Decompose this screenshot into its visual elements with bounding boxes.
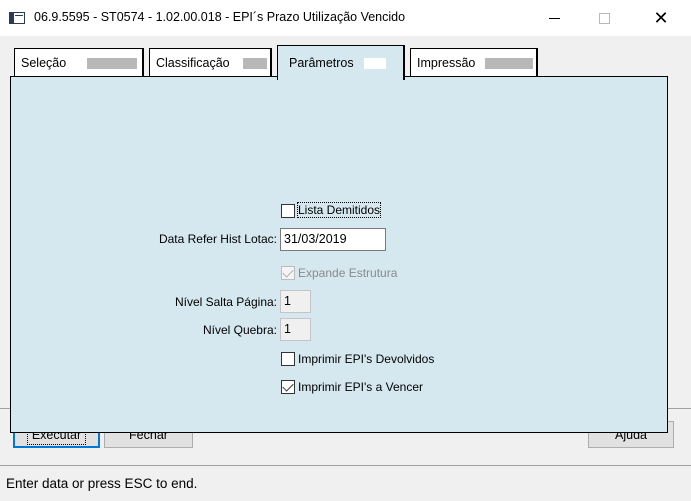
maximize-button[interactable] bbox=[581, 0, 627, 36]
data-refer-input[interactable]: 31/03/2019 bbox=[280, 228, 386, 251]
nivel-quebra-label: Nível Quebra: bbox=[202, 323, 277, 337]
tab-classificacao-label: Classificação bbox=[156, 55, 230, 70]
nivel-salta-pagina-label: Nível Salta Página: bbox=[174, 295, 277, 309]
close-icon: ✕ bbox=[653, 8, 669, 28]
tab-parametros-pad bbox=[364, 58, 386, 69]
title-bar: 06.9.5595 - ST0574 - 1.02.00.018 - EPI´s… bbox=[0, 0, 691, 36]
tab-selecao-label: Seleção bbox=[21, 55, 67, 70]
tab-selecao[interactable]: Seleção bbox=[14, 48, 144, 76]
parametros-panel: Lista Demitidos Data Refer Hist Lotac: 3… bbox=[10, 76, 668, 433]
tab-classificacao-pad bbox=[243, 58, 267, 69]
dialog-client-area: Seleção Classificação Parâmetros Impress… bbox=[0, 36, 691, 465]
tab-classificacao[interactable]: Classificação bbox=[149, 48, 272, 76]
minimize-icon bbox=[548, 17, 560, 19]
tab-parametros-label: Parâmetros bbox=[289, 56, 354, 70]
maximize-icon bbox=[598, 12, 610, 24]
tab-impressao[interactable]: Impressão bbox=[410, 48, 538, 76]
tab-selecao-pad bbox=[87, 58, 137, 69]
minimize-button[interactable] bbox=[531, 0, 577, 36]
imprimir-devolvidos-label[interactable]: Imprimir EPI's Devolvidos bbox=[298, 352, 434, 366]
tab-impressao-label: Impressão bbox=[417, 55, 476, 70]
app-window-icon[interactable] bbox=[9, 12, 25, 24]
tab-parametros[interactable]: Parâmetros bbox=[277, 45, 405, 80]
expande-estrutura-checkbox[interactable] bbox=[281, 266, 295, 280]
close-button[interactable]: ✕ bbox=[638, 0, 684, 36]
imprimir-devolvidos-checkbox[interactable] bbox=[281, 352, 295, 366]
status-bar: Enter data or press ESC to end. bbox=[0, 465, 691, 501]
window-title: 06.9.5595 - ST0574 - 1.02.00.018 - EPI´s… bbox=[34, 10, 406, 24]
data-refer-label: Data Refer Hist Lotac: bbox=[158, 232, 277, 246]
nivel-salta-pagina-input[interactable]: 1 bbox=[280, 290, 311, 313]
tab-impressao-pad bbox=[485, 58, 533, 69]
lista-demitidos-checkbox[interactable] bbox=[281, 204, 295, 218]
imprimir-vencer-label[interactable]: Imprimir EPI's a Vencer bbox=[298, 380, 423, 394]
imprimir-vencer-checkbox[interactable] bbox=[281, 380, 295, 394]
status-text: Enter data or press ESC to end. bbox=[6, 476, 198, 491]
lista-demitidos-label[interactable]: Lista Demitidos bbox=[296, 202, 382, 218]
nivel-quebra-input[interactable]: 1 bbox=[280, 318, 311, 341]
expande-estrutura-label: Expande Estrutura bbox=[298, 266, 398, 280]
